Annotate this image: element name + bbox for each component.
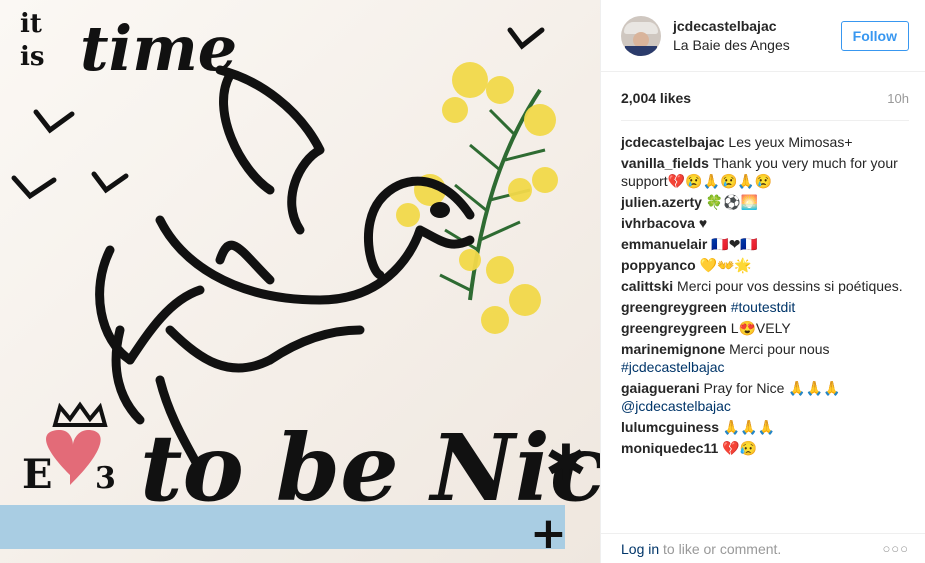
avatar-shirt [625, 45, 657, 56]
likes-count[interactable]: 2,004 likes [621, 90, 691, 106]
comment-hashtag[interactable]: #toutestdit [731, 299, 796, 315]
comment-username[interactable]: greengreygreen [621, 299, 727, 315]
login-prompt-text: to like or comment. [659, 540, 782, 557]
comment-text: 💛👐🌟 [699, 257, 752, 273]
comment: ivhrbacova ♥ [621, 214, 909, 232]
post-footer: Log in to like or comment. ○○○ [601, 533, 925, 563]
drawing-illustration: it is time to be Nice ✱ + E 3 [0, 0, 600, 563]
comment-username[interactable]: lulumcguiness [621, 419, 719, 435]
more-options-icon[interactable]: ○○○ [882, 541, 909, 556]
comment: gaiaguerani Pray for Nice 🙏🙏🙏 @jcdecaste… [621, 379, 909, 415]
comment: jcdecastelbajac Les yeux Mimosas+ [621, 133, 909, 151]
comments-list: jcdecastelbajac Les yeux Mimosas+ vanill… [601, 121, 925, 457]
comment-text: 🙏🙏🙏 [722, 419, 776, 435]
comment-text: 🍀⚽🌅 [705, 194, 759, 210]
text-time: time [80, 12, 237, 85]
comment-hashtag[interactable]: #jcdecastelbajac [621, 359, 725, 375]
comment-username[interactable]: emmanuelair [621, 236, 707, 252]
comment: emmanuelair 🇫🇷❤🇫🇷 [621, 235, 909, 253]
comment-username[interactable]: calittski [621, 278, 673, 294]
header-info: jcdecastelbajac La Baie des Anges [673, 18, 841, 53]
comment: vanilla_fields Thank you very much for y… [621, 154, 909, 190]
comment-mention[interactable]: @jcdecastelbajac [621, 398, 731, 414]
post-time[interactable]: 10h [887, 91, 909, 106]
post-photo[interactable]: it is time to be Nice ✱ + E 3 [0, 0, 600, 563]
author-username[interactable]: jcdecastelbajac [673, 18, 841, 34]
post-location[interactable]: La Baie des Anges [673, 37, 841, 53]
comment: moniquedec11 💔😥 [621, 439, 909, 457]
comment-text: 🇫🇷❤🇫🇷 [711, 236, 758, 252]
comment-username[interactable]: jcdecastelbajac [621, 134, 725, 150]
follow-button[interactable]: Follow [840, 20, 909, 51]
comment-username[interactable]: vanilla_fields [621, 155, 709, 171]
comment: julien.azerty 🍀⚽🌅 [621, 193, 909, 211]
text-to-be-nice: to be Nice [140, 414, 600, 522]
comment-text: Merci pour vos dessins si poétiques. [677, 278, 903, 294]
likes-row: 2,004 likes 10h [601, 86, 925, 110]
comment: lulumcguiness 🙏🙏🙏 [621, 418, 909, 436]
comment: greengreygreen #toutestdit [621, 298, 909, 316]
text-plus: + [530, 508, 567, 559]
comment-username[interactable]: ivhrbacova [621, 215, 695, 231]
text-is: is [20, 42, 45, 72]
text-star: ✱ [545, 434, 587, 492]
comment-text: Merci pour nous [729, 341, 830, 357]
comment-text: Les yeux Mimosas+ [728, 134, 853, 150]
login-prompt: Log in to like or comment. [621, 541, 781, 557]
comment-username[interactable]: greengreygreen [621, 320, 727, 336]
avatar[interactable] [621, 15, 661, 56]
comment-username[interactable]: moniquedec11 [621, 440, 718, 456]
comment: greengreygreen L😍VELY [621, 319, 909, 337]
comment-username[interactable]: gaiaguerani [621, 380, 700, 396]
login-link[interactable]: Log in [621, 541, 659, 557]
comment: calittski Merci pour vos dessins si poét… [621, 277, 909, 295]
comment-text: L😍VELY [730, 320, 791, 336]
comment-text: 💔😥 [722, 440, 758, 456]
comment-username[interactable]: poppyanco [621, 257, 696, 273]
comment-text: Pray for Nice 🙏🙏🙏 [703, 380, 841, 396]
post-container: it is time to be Nice ✱ + E 3 jcdecastel… [0, 0, 925, 563]
text-it: it [20, 9, 42, 39]
comment-username[interactable]: marinemignone [621, 341, 725, 357]
dove-eye [430, 202, 450, 218]
text-three: 3 [95, 461, 116, 496]
post-header: jcdecastelbajac La Baie des Anges Follow [601, 0, 925, 72]
comment-text: ♥ [698, 215, 708, 231]
comment: marinemignone Merci pour nous #jcdecaste… [621, 340, 909, 376]
post-sidebar: jcdecastelbajac La Baie des Anges Follow… [600, 0, 925, 563]
text-e: E [22, 451, 53, 498]
comment-username[interactable]: julien.azerty [621, 194, 702, 210]
comment: poppyanco 💛👐🌟 [621, 256, 909, 274]
